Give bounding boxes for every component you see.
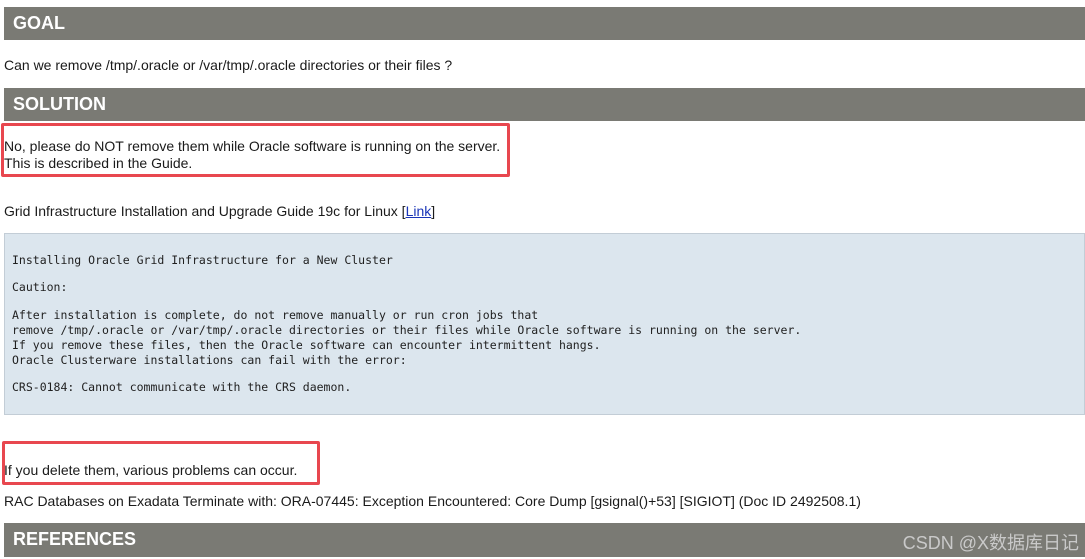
code-line-title: Installing Oracle Grid Infrastructure fo… <box>12 253 393 267</box>
delete-warning: If you delete them, various problems can… <box>4 462 298 478</box>
code-line: Oracle Clusterware installations can fai… <box>12 353 407 367</box>
solution-heading: SOLUTION <box>4 88 1085 121</box>
answer-line-2: This is described in the Guide. <box>4 155 193 171</box>
goal-heading: GOAL <box>4 7 1085 40</box>
code-line: remove /tmp/.oracle or /var/tmp/.oracle … <box>12 323 802 337</box>
answer-line-1: No, please do NOT remove them while Orac… <box>4 138 501 154</box>
guide-bracket-close: ] <box>431 203 436 219</box>
code-line-caution: Caution: <box>12 280 68 294</box>
code-line: After installation is complete, do not r… <box>12 308 539 322</box>
watermark: CSDN @X数据库日记 <box>902 533 1079 553</box>
code-line-error: CRS-0184: Cannot communicate with the CR… <box>12 380 352 394</box>
related-doc-note: RAC Databases on Exadata Terminate with:… <box>4 493 861 509</box>
code-line: If you remove these files, then the Orac… <box>12 338 601 352</box>
goal-question: Can we remove /tmp/.oracle or /var/tmp/.… <box>4 57 453 73</box>
guide-title: Grid Infrastructure Installation and Upg… <box>4 203 406 219</box>
guide-reference: Grid Infrastructure Installation and Upg… <box>4 203 435 220</box>
code-block: Installing Oracle Grid Infrastructure fo… <box>4 233 1085 415</box>
guide-link[interactable]: Link <box>406 203 432 219</box>
